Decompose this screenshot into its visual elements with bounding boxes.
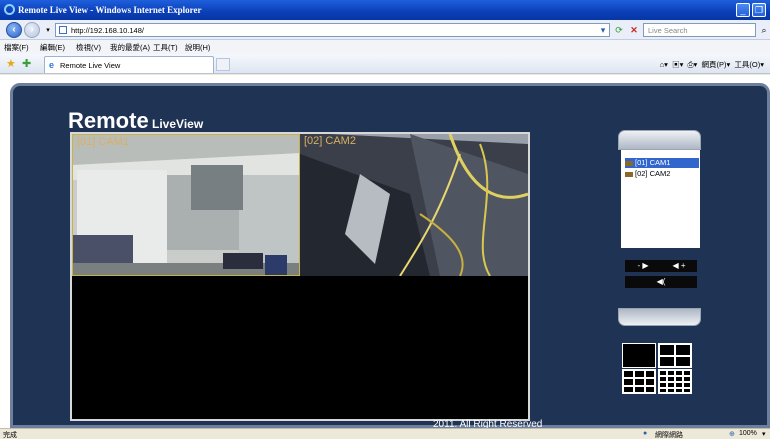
layout-cell	[623, 370, 634, 378]
layout-cell	[675, 388, 683, 393]
page-icon	[59, 26, 67, 34]
camera-view-2[interactable]: [02] CAM2	[300, 134, 528, 276]
layout-cell	[675, 356, 691, 367]
address-bar[interactable]: http://192.168.10.148/	[55, 23, 610, 37]
brand-big: Remote	[68, 108, 149, 133]
layout-cell	[659, 344, 675, 356]
camera-view-1[interactable]: [01] CAM1	[72, 134, 300, 276]
camera-icon	[625, 171, 633, 177]
refresh-icon[interactable]: ⟳	[613, 24, 625, 36]
window-title-bar: Remote Live View - Windows Internet Expl…	[0, 0, 770, 20]
video-grid[interactable]: [01] CAM1 [02] CAM2	[70, 132, 530, 421]
status-bar: 完成 ● 網際網路 ⊕ 100% ▾	[0, 428, 770, 439]
home-icon[interactable]: ⌂▾	[660, 60, 668, 69]
menu-help[interactable]: 說明(H)	[185, 42, 210, 53]
brand-logo: Remote LiveView	[68, 108, 203, 134]
ie-tab-icon: e	[49, 60, 55, 70]
add-favorite-icon[interactable]: ✚	[22, 57, 31, 70]
camera-list: [01] CAM1 [02] CAM2	[621, 150, 700, 248]
forward-button[interactable]: ›	[24, 22, 40, 38]
camera-2-image	[300, 134, 528, 276]
camera-list-header	[618, 130, 701, 150]
search-placeholder: Live Search	[648, 26, 688, 35]
layout-cell	[659, 356, 675, 367]
menu-file[interactable]: 檔案(F)	[4, 42, 29, 53]
address-url: http://192.168.10.148/	[71, 26, 144, 35]
layout-cell	[645, 370, 655, 378]
zoom-dropdown-icon[interactable]: ▾	[762, 430, 766, 438]
security-zone[interactable]: 網際網路	[655, 430, 683, 439]
volume-down-button[interactable]: - ▶	[625, 260, 661, 272]
menu-view[interactable]: 檢視(V)	[76, 42, 101, 53]
tab-remote-live-view[interactable]: e Remote Live View	[44, 56, 214, 73]
tools-menu[interactable]: 工具(O)	[734, 60, 760, 69]
zoom-level[interactable]: 100%	[739, 430, 757, 437]
layout-cell	[645, 386, 655, 393]
layout-cell	[683, 388, 691, 393]
layout-cell	[623, 378, 634, 386]
layout-2x2-button[interactable]	[658, 343, 692, 368]
address-dropdown-icon[interactable]: ▾	[597, 24, 609, 36]
tab-bar: ★ ✚ e Remote Live View ⌂▾ ▣▾ ⎙▾ 網頁(P)▾ 工…	[0, 54, 770, 74]
page-content: Remote LiveView [01] CAM1 [02] CAM2 2011…	[0, 75, 770, 430]
stop-icon[interactable]: ✕	[628, 24, 640, 36]
mute-button[interactable]: ◀(	[625, 276, 697, 288]
brand-small: LiveView	[148, 117, 204, 131]
camera-list-item-label: [01] CAM1	[635, 158, 671, 167]
command-bar: ⌂▾ ▣▾ ⎙▾ 網頁(P)▾ 工具(O)▾	[659, 60, 764, 69]
menu-edit[interactable]: 編輯(E)	[40, 42, 65, 53]
minimize-button[interactable]: _	[736, 3, 750, 17]
internet-zone-icon: ●	[643, 430, 648, 437]
camera-list-footer	[618, 308, 701, 326]
search-icon[interactable]: ⌕	[758, 24, 770, 36]
layout-cell	[667, 388, 675, 393]
volume-up-button[interactable]: ◀ +	[661, 260, 697, 272]
ie-logo-icon	[4, 4, 15, 15]
window-title: Remote Live View - Windows Internet Expl…	[18, 5, 202, 15]
search-input[interactable]: Live Search	[643, 23, 756, 37]
zoom-icon: ⊕	[729, 431, 735, 438]
status-text: 完成	[3, 432, 17, 439]
layout-1x1-button[interactable]	[622, 343, 656, 368]
back-button[interactable]: ‹	[6, 22, 22, 38]
menu-favorites[interactable]: 我的最愛(A)	[110, 42, 150, 53]
menu-bar: 檔案(F) 編輯(E) 檢視(V) 我的最愛(A) 工具(T) 說明(H)	[0, 40, 770, 54]
menu-tools[interactable]: 工具(T)	[153, 42, 178, 53]
history-dropdown-icon[interactable]: ▾	[42, 25, 54, 37]
favorites-star-icon[interactable]: ★	[6, 57, 16, 70]
page-menu[interactable]: 網頁(P)	[701, 60, 726, 69]
restore-button[interactable]: ❐	[752, 3, 766, 17]
layout-cell	[645, 378, 655, 386]
address-toolbar: ‹ › ▾ http://192.168.10.148/ ▾ ⟳ ✕ Live …	[0, 20, 770, 40]
layout-cell	[675, 344, 691, 356]
layout-cell	[634, 370, 645, 378]
camera-list-item-2[interactable]: [02] CAM2	[625, 169, 699, 179]
layout-4x4-button[interactable]	[658, 369, 692, 394]
layout-cell	[634, 378, 645, 386]
camera-1-image	[73, 135, 299, 275]
layout-cell	[623, 386, 634, 393]
camera-list-item-label: [02] CAM2	[635, 169, 671, 178]
camera-icon	[625, 160, 633, 166]
camera-1-label: [01] CAM1	[77, 136, 129, 148]
layout-3x3-button[interactable]	[622, 369, 656, 394]
tab-label: Remote Live View	[60, 61, 121, 70]
camera-2-label: [02] CAM2	[304, 135, 356, 147]
print-icon[interactable]: ⎙▾	[688, 60, 698, 69]
liveview-panel: Remote LiveView [01] CAM1 [02] CAM2 2011…	[10, 83, 770, 430]
layout-cell	[634, 386, 645, 393]
new-tab-button[interactable]	[216, 58, 230, 71]
layout-cell	[659, 388, 667, 393]
camera-list-item-1[interactable]: [01] CAM1	[625, 158, 699, 168]
feeds-icon[interactable]: ▣▾	[672, 60, 683, 69]
